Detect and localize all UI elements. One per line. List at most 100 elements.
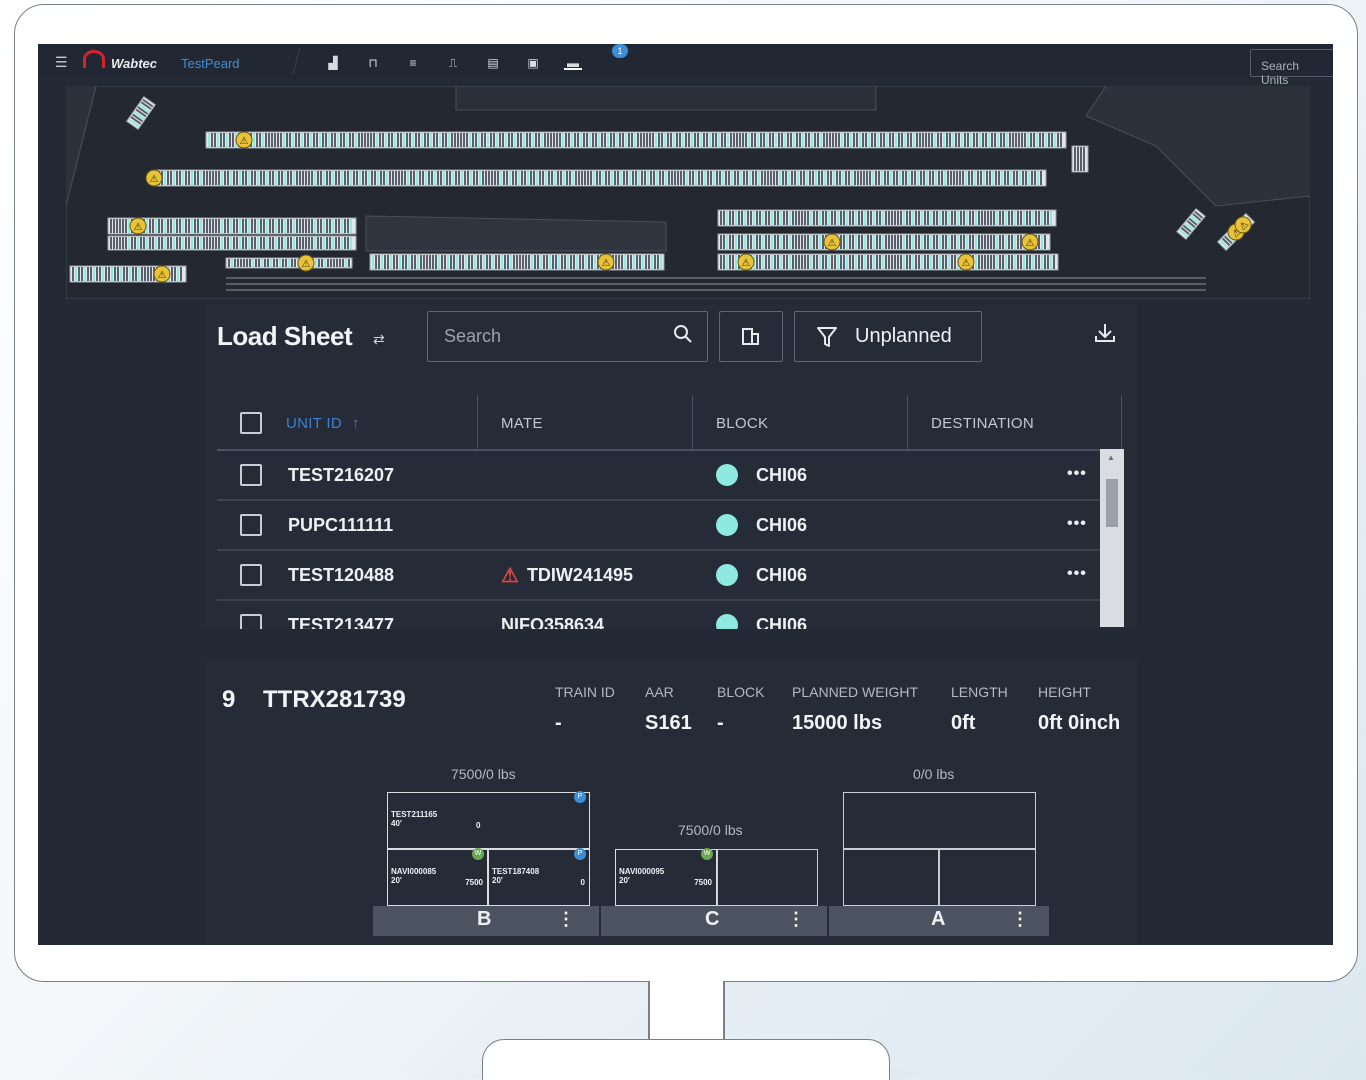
row-more-menu-icon[interactable]: ••• [1067, 515, 1087, 533]
well-menu-icon[interactable]: ⋮ [557, 909, 575, 930]
search-icon[interactable] [673, 324, 693, 344]
well-menu-icon[interactable]: ⋮ [787, 909, 805, 930]
well-menu-icon[interactable]: ⋮ [1011, 909, 1029, 930]
block-cell: CHI06 [716, 451, 807, 499]
row-checkbox[interactable] [240, 451, 262, 499]
railcar-mark [942, 255, 944, 269]
yard-map[interactable]: ⚠ ⚠ ⚠ ⚠ ⚠ ⚠ ⚠ ⚠ ⚠ ⚠ ⚠ ⚠ [66, 86, 1310, 299]
railcar-mark [1014, 211, 1016, 225]
railcar-icon[interactable]: ⊓ [364, 56, 382, 70]
railcar-mark [444, 255, 446, 269]
railcar-mark [993, 235, 995, 249]
row-checkbox[interactable] [240, 601, 262, 629]
search-input[interactable] [444, 326, 664, 347]
railcar-mark [470, 171, 472, 185]
railcar-mark [939, 211, 941, 225]
row-checkbox[interactable] [240, 501, 262, 549]
railcar-mark [269, 237, 271, 249]
railcar-mark [1051, 133, 1053, 147]
railcar-mark [697, 133, 699, 147]
scroll-up-arrow-icon[interactable]: ▲ [1107, 453, 1115, 462]
track-icon[interactable]: ≡ [404, 56, 422, 70]
railcar-mark [902, 171, 904, 185]
clipboard-icon[interactable]: ⎍ [444, 56, 462, 70]
yard-track-9[interactable]: ⚠ ⚠ [717, 253, 1059, 271]
search-units-input[interactable]: Search Units [1250, 49, 1333, 87]
copy-button[interactable] [719, 311, 783, 362]
container-icon[interactable]: ▬ [564, 56, 582, 70]
railcar-mark [864, 211, 866, 225]
well-b-bottom-left-slot[interactable]: W NAVI000085 20' 7500 [387, 848, 488, 906]
railcar-mark [971, 171, 973, 185]
railcar-mark [778, 133, 780, 147]
yard-track-stub[interactable] [1071, 145, 1089, 173]
well-c-bottom-right-slot[interactable] [717, 849, 818, 906]
table-row[interactable]: TEST216207 CHI06 ••• [217, 451, 1122, 501]
well-a-top-slot[interactable] [843, 792, 1036, 849]
hamburger-menu-icon[interactable]: ☰ [55, 55, 68, 69]
railcar-mark [504, 255, 506, 269]
calendar-icon[interactable]: ▤ [484, 56, 502, 70]
load-sheet-search[interactable] [427, 311, 708, 362]
yard-track-1[interactable]: ⚠ [205, 131, 1067, 149]
well-b-top-slot[interactable]: P TEST211165 40' 0 [387, 791, 590, 849]
yard-track-4[interactable]: ⚠ [69, 265, 187, 283]
table-row[interactable]: TEST120488 ⚠ TDIW241495 CHI06 ••• [217, 551, 1122, 601]
yard-track-7[interactable] [717, 209, 1057, 227]
well-b-label-bar[interactable]: B ⋮ [373, 906, 599, 936]
railcar-mark [986, 171, 988, 185]
railcar-mark [330, 259, 332, 267]
railcar-mark [191, 171, 193, 185]
railcar-mark [878, 171, 880, 185]
attr-train-id: TRAIN ID - [555, 684, 615, 734]
yard-track-3b[interactable] [107, 235, 357, 251]
unplanned-filter-button[interactable]: Unplanned [794, 311, 982, 362]
railcar-mark [119, 219, 121, 233]
well-a-bottom-left-slot[interactable] [843, 849, 939, 906]
yard-track-8[interactable]: ⚠ ⚠ [717, 233, 1051, 251]
well-a-label-bar[interactable]: A ⋮ [829, 906, 1049, 936]
railcar-mark [499, 133, 501, 147]
railcar-mark [839, 171, 841, 185]
table-row[interactable]: TEST213477 NIFO358634 CHI06 [217, 601, 1122, 629]
col-destination[interactable]: DESTINATION [931, 395, 1034, 451]
scrollbar-thumb[interactable] [1106, 479, 1118, 527]
col-unit-id[interactable]: UNIT ID ↑ [286, 395, 360, 451]
yard-map-canvas[interactable]: ⚠⚠⚠⚠⚠ ⚠⚠ ⚠⚠ ⚠⚠⚠ [66, 86, 1310, 299]
well-b-bottom-right-slot[interactable]: P TEST187408 20' 0 [488, 848, 590, 906]
checklist-icon[interactable]: ▣ [524, 56, 542, 70]
row-more-menu-icon[interactable]: ••• [1067, 565, 1087, 583]
chart-icon[interactable]: ▟ [324, 56, 342, 70]
railcar-mark [912, 255, 914, 269]
well-c-bottom-left-slot[interactable]: W NAVI000095 20' 7500 [615, 848, 717, 906]
yard-track-3[interactable]: ⚠ [107, 217, 357, 235]
status-badge: P [574, 848, 586, 860]
railcar-mark [477, 255, 479, 269]
col-mate[interactable]: MATE [501, 395, 543, 451]
row-checkbox[interactable] [240, 551, 262, 599]
table-row[interactable]: PUPC111111 CHI06 ••• [217, 501, 1122, 551]
download-icon[interactable] [1093, 321, 1117, 345]
railcar-mark [383, 171, 385, 185]
railcar-mark [764, 171, 766, 185]
select-all-checkbox[interactable] [240, 395, 262, 451]
row-more-menu-icon[interactable]: ••• [1067, 465, 1087, 483]
site-selector[interactable]: TestPeard [181, 56, 240, 71]
railcar-mark [1047, 255, 1049, 269]
railcar-mark [656, 171, 658, 185]
attr-block: BLOCK - [717, 684, 765, 734]
well-c-label-bar[interactable]: C ⋮ [601, 906, 827, 936]
railcar-mark [208, 133, 210, 147]
well-a-bottom-right-slot[interactable] [939, 849, 1036, 906]
railcar-mark [272, 219, 274, 233]
col-block[interactable]: BLOCK [716, 395, 768, 451]
yard-track-6[interactable]: ⚠ [369, 253, 665, 271]
yard-track-2[interactable]: ⚠ [145, 169, 1047, 187]
railcar-mark [471, 255, 473, 269]
railcar-mark [765, 235, 767, 249]
table-scrollbar[interactable]: ▲ [1100, 449, 1124, 627]
block-cell: CHI06 [716, 551, 807, 599]
railcar-mark [476, 171, 478, 185]
sliders-icon[interactable]: ⇄ [373, 331, 385, 348]
railcar-mark [875, 171, 877, 185]
